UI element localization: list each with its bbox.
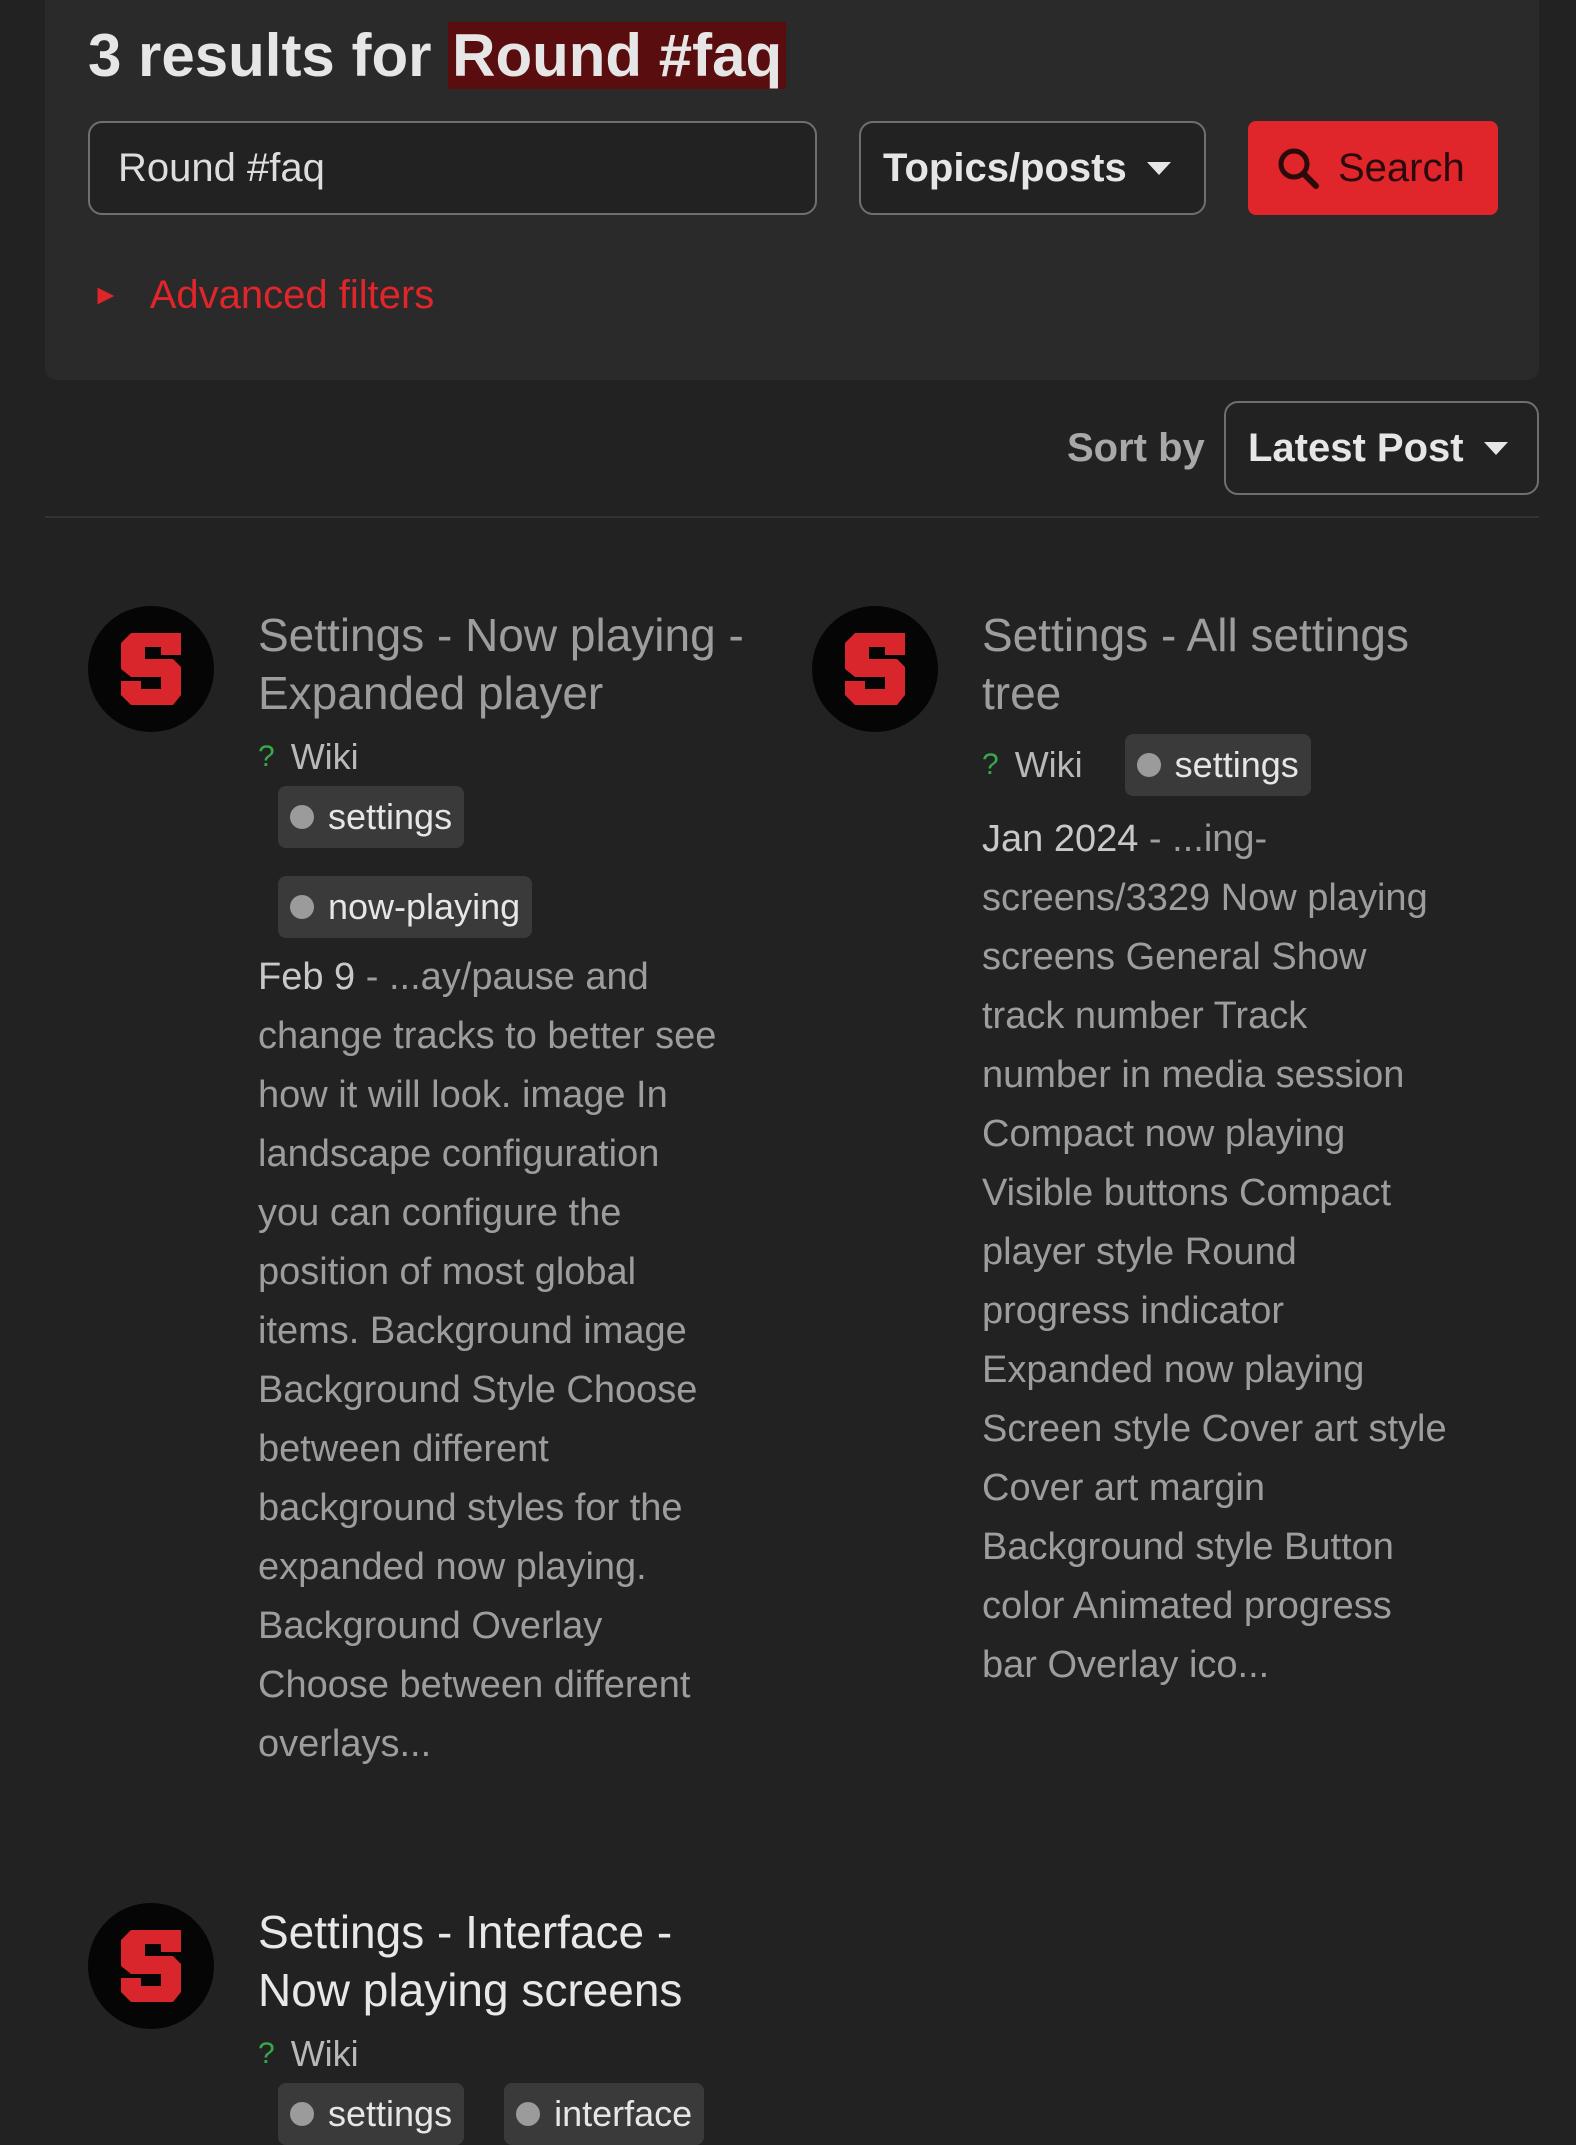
result-title-line: Expanded player — [258, 667, 604, 719]
sort-select[interactable]: Latest Post — [1224, 401, 1539, 495]
results-count: 3 results for — [88, 22, 432, 89]
result-title[interactable]: Settings - All settings tree — [982, 606, 1542, 722]
tag-label: settings — [1174, 744, 1299, 785]
result-title-line: Now playing screens — [258, 1964, 683, 2016]
result-blurb: Jan 2024 - ...ing- screens/3329 Now play… — [982, 818, 1447, 1686]
divider — [45, 516, 1539, 518]
tag-settings[interactable]: settings — [1124, 734, 1311, 796]
result-title[interactable]: Settings - Now playing - Expanded player — [258, 606, 858, 722]
wiki-label: Wiki — [290, 2033, 359, 2074]
search-type-select[interactable]: Topics/posts — [859, 121, 1206, 215]
search-input[interactable] — [88, 121, 817, 215]
advanced-filters-toggle[interactable]: ► Advanced filters — [92, 270, 434, 320]
result-title[interactable]: Settings - Interface - Now playing scree… — [258, 1903, 898, 2019]
results-heading: 3 results for Round #faq — [88, 18, 787, 94]
search-icon — [1278, 148, 1319, 189]
search-button[interactable]: Search — [1248, 121, 1498, 215]
caret-down-icon — [1483, 441, 1508, 455]
tag-label: settings — [328, 796, 453, 837]
triangle-right-icon: ► — [92, 279, 120, 310]
tag-settings[interactable]: settings — [278, 786, 465, 848]
tag-interface[interactable]: interface — [504, 2083, 705, 2145]
logo-s-icon — [121, 1930, 181, 2002]
question-icon: ? — [258, 740, 275, 773]
caret-down-icon — [1146, 161, 1171, 175]
wiki-label: Wiki — [290, 736, 359, 777]
tag-label: settings — [328, 2093, 453, 2134]
tag-dot-icon — [516, 2102, 541, 2126]
result-blurb: Feb 9 - ...ay/pause and change tracks to… — [258, 956, 717, 1765]
result-title-line: Settings - All settings — [982, 609, 1409, 661]
tag-label: interface — [554, 2093, 693, 2134]
result-date: Jan 2024 — [982, 818, 1139, 860]
tag-settings[interactable]: settings — [278, 2083, 465, 2145]
tag-dot-icon — [290, 895, 314, 919]
tag-now-playing[interactable]: now-playing — [278, 876, 533, 938]
sort-label: Sort by — [1067, 426, 1205, 470]
tag-dot-icon — [290, 2102, 314, 2126]
avatar[interactable] — [812, 606, 938, 732]
result-title-line: Settings - Interface - — [258, 1906, 673, 1958]
tag-dot-icon — [1136, 753, 1161, 777]
avatar[interactable] — [88, 1903, 214, 2029]
advanced-filters-label: Advanced filters — [149, 272, 435, 317]
logo-s-icon — [121, 633, 181, 705]
wiki-badge: ? Wiki — [982, 744, 1083, 786]
search-button-label: Search — [1338, 145, 1465, 190]
question-icon: ? — [982, 748, 999, 781]
tag-dot-icon — [290, 805, 314, 829]
result-title-line: Settings - Now playing - — [258, 609, 744, 661]
question-icon: ? — [258, 2037, 275, 2070]
sort-value: Latest Post — [1248, 425, 1464, 470]
wiki-label: Wiki — [1014, 744, 1083, 785]
search-type-label: Topics/posts — [883, 145, 1127, 190]
query-highlight: Round #faq — [448, 22, 787, 89]
result-title-line: tree — [982, 667, 1062, 719]
wiki-badge: ? Wiki — [258, 2033, 898, 2075]
logo-s-icon — [845, 633, 905, 705]
wiki-badge: ? Wiki — [258, 736, 858, 778]
avatar[interactable] — [88, 606, 214, 732]
result-date: Feb 9 — [258, 956, 356, 998]
tag-label: now-playing — [328, 886, 521, 927]
